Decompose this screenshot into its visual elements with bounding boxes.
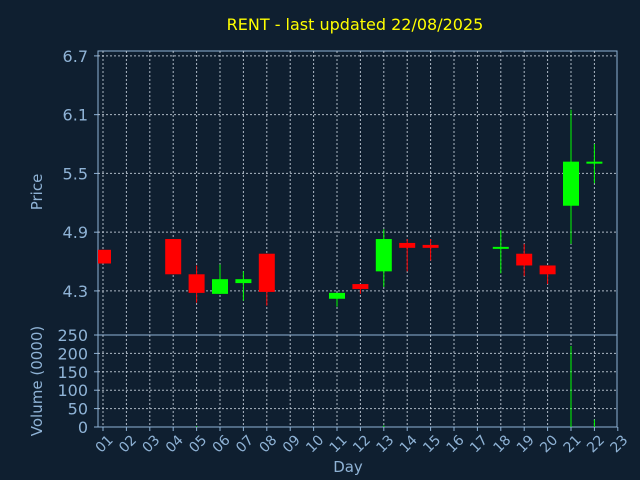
candle-body — [352, 284, 369, 289]
y-tick-label-volume: 250 — [57, 326, 88, 345]
candle-body — [235, 279, 252, 284]
x-tick-label: 05 — [186, 432, 210, 456]
candle-body — [329, 292, 345, 299]
candle-body — [492, 246, 509, 249]
candle-body — [399, 242, 416, 248]
y-tick-label-volume: 100 — [57, 381, 88, 400]
x-tick-label: 12 — [350, 432, 374, 456]
x-tick-label: 11 — [327, 432, 351, 456]
y-tick-label-price: 5.5 — [63, 164, 88, 183]
x-tick-label: 04 — [163, 432, 187, 456]
x-tick-label: 22 — [584, 432, 608, 456]
y-tick-label-volume: 50 — [68, 400, 88, 419]
x-tick-label: 23 — [607, 432, 631, 456]
x-tick-label: 16 — [444, 432, 468, 456]
volume-panel — [97, 334, 618, 428]
x-tick-label: 10 — [303, 432, 327, 456]
candle-body — [98, 249, 111, 264]
x-tick-label: 20 — [537, 432, 561, 456]
candle-body — [516, 253, 533, 266]
candle-body — [586, 161, 603, 164]
stock-chart: RENT - last updated 22/08/2025 01 02 03 04 0… — [28, 15, 631, 476]
y-tick-label-volume: 200 — [57, 344, 88, 363]
y-tick-label-volume: 0 — [78, 418, 88, 437]
x-tick-label: 21 — [561, 432, 585, 456]
x-tick-label: 08 — [256, 432, 280, 456]
chart-title: RENT - last updated 22/08/2025 — [227, 15, 484, 34]
x-tick-label: 02 — [116, 432, 140, 456]
x-tick-label: 14 — [397, 432, 421, 456]
candle-body — [422, 244, 439, 248]
x-tick-label: 13 — [373, 432, 397, 456]
y-axis-label-price: Price — [28, 174, 46, 211]
x-tick-label: 09 — [280, 432, 304, 456]
x-tick-label: 18 — [490, 432, 514, 456]
candle-body — [258, 253, 275, 292]
y-axis-label-volume: Volume (0000) — [28, 326, 46, 436]
y-tick-label-volume: 150 — [57, 363, 88, 382]
y-tick-label-price: 4.3 — [63, 282, 88, 301]
x-tick-label: 15 — [420, 432, 444, 456]
candle-body — [165, 239, 182, 275]
y-tick-label-price: 6.1 — [63, 106, 88, 125]
x-tick-label: 01 — [93, 432, 117, 456]
x-tick-label: 17 — [467, 432, 491, 456]
y-tick-label-price: 4.9 — [63, 223, 88, 242]
x-axis-label: Day — [333, 458, 363, 476]
x-tick-label: 06 — [210, 432, 234, 456]
candle-body — [375, 239, 392, 272]
price-panel — [97, 50, 618, 336]
candle-body — [563, 161, 579, 206]
y-tick-label-price: 6.7 — [63, 47, 88, 66]
x-tick-label: 07 — [233, 432, 257, 456]
candle-body — [539, 265, 556, 275]
x-tick-label: 03 — [139, 432, 163, 456]
candle-body — [212, 279, 228, 294]
candle-body — [188, 274, 205, 293]
x-tick-label: 19 — [514, 432, 538, 456]
